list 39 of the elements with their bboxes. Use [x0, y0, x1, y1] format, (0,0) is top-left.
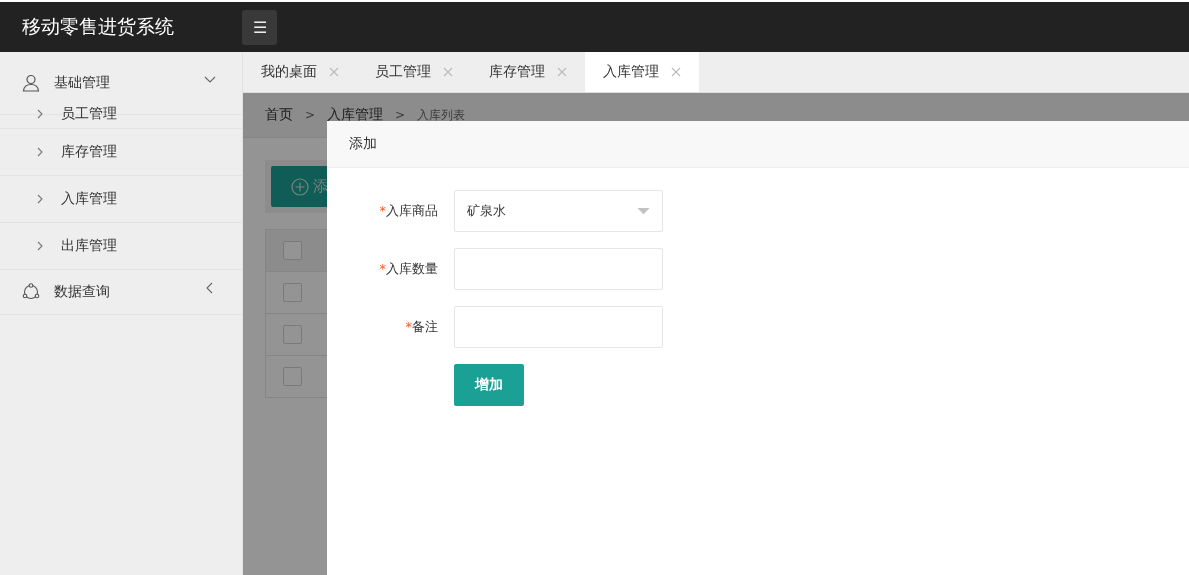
close-icon[interactable] [557, 67, 567, 77]
network-icon [22, 283, 40, 301]
checkbox[interactable] [283, 325, 302, 344]
field-label: *备注 [404, 318, 439, 336]
close-icon[interactable] [443, 67, 453, 77]
chevron-right-icon [36, 147, 44, 157]
breadcrumb-current: 入库列表 [417, 106, 466, 124]
sidebar-group[interactable]: 数据查询 [0, 270, 242, 315]
menu-button[interactable]: ☰ [242, 9, 277, 45]
input-field[interactable] [454, 306, 663, 348]
sidebar-item[interactable]: 出库管理 [0, 223, 242, 270]
sidebar-item[interactable]: 员工管理 [0, 99, 242, 129]
tab[interactable]: 入库管理 [585, 52, 699, 92]
field-label: *入库数量 [378, 260, 439, 278]
select-field[interactable]: 矿泉水 [454, 190, 663, 232]
chevron-right-icon [36, 194, 44, 204]
breadcrumb-separator: > [395, 108, 406, 122]
breadcrumb-link[interactable]: 首页 [265, 106, 293, 124]
plus-circle-icon [291, 177, 309, 196]
chevron-right-icon [36, 241, 44, 251]
app-title: 移动零售进货系统 [21, 14, 175, 39]
close-icon[interactable] [671, 67, 681, 77]
tab[interactable]: 我的桌面 [243, 52, 357, 92]
breadcrumb-link[interactable]: 入库管理 [327, 106, 384, 124]
checkbox[interactable] [283, 367, 302, 386]
checkbox[interactable] [283, 283, 302, 302]
person-icon [22, 74, 40, 92]
input-field[interactable] [454, 248, 663, 290]
field-label: *入库商品 [378, 202, 439, 220]
chevron-right-icon [36, 108, 44, 119]
breadcrumb-separator: > [305, 108, 316, 122]
dialog-title: 添加 [349, 135, 377, 153]
checkbox[interactable] [283, 241, 302, 260]
tab[interactable]: 员工管理 [357, 52, 471, 92]
sidebar-item[interactable]: 入库管理 [0, 176, 242, 223]
sidebar-item[interactable]: 库存管理 [0, 129, 242, 176]
close-icon[interactable] [329, 67, 339, 77]
caret-icon [637, 207, 650, 215]
tab[interactable]: 库存管理 [471, 52, 585, 92]
